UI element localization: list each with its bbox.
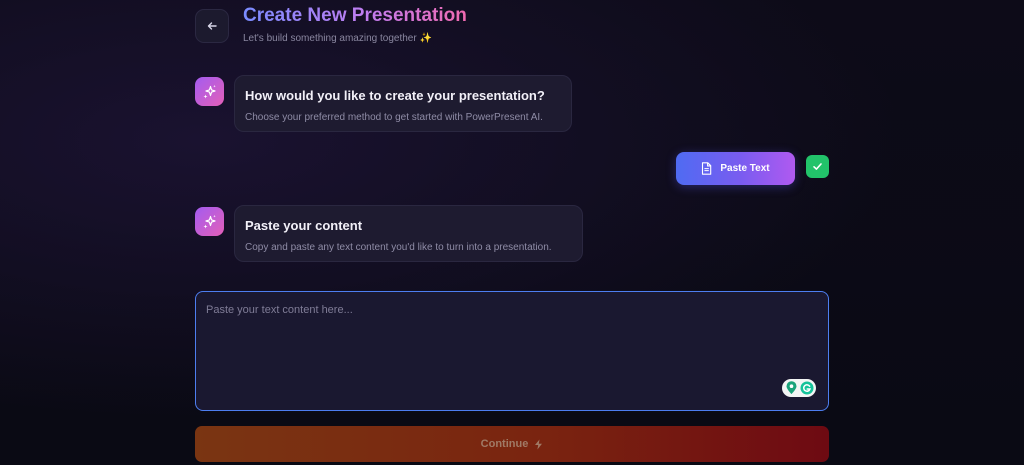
grammar-assistant-badge[interactable] [782,379,816,397]
page-title: Create New Presentation [243,5,467,26]
ai-avatar [195,207,224,236]
text-content-input[interactable] [196,292,828,410]
paste-text-choice[interactable]: Paste Text [676,152,795,185]
message-description: Copy and paste any text content you'd li… [245,242,552,253]
message-title: Paste your content [245,218,363,233]
selected-check [806,155,829,178]
grammarly-icon [800,381,813,395]
document-icon [702,162,712,175]
lightning-icon [535,439,543,449]
text-content-area [195,291,829,411]
message-description: Choose your preferred method to get star… [245,112,543,123]
continue-label: Continue [480,438,529,450]
message-title: How would you like to create your presen… [245,88,545,103]
location-pin-icon [786,381,796,394]
page-subtitle: Let's build something amazing together ✨ [243,33,432,44]
ai-avatar [195,77,224,106]
continue-button[interactable]: Continue [195,426,829,462]
sparkles-icon [203,84,216,98]
choice-label: Paste Text [720,163,770,174]
checkmark-icon [813,163,822,170]
sparkles-icon [203,214,216,228]
ai-message-method: How would you like to create your presen… [234,75,572,132]
ai-message-paste: Paste your content Copy and paste any te… [234,205,583,262]
arrow-left-icon [207,22,217,30]
back-button[interactable] [195,9,229,43]
